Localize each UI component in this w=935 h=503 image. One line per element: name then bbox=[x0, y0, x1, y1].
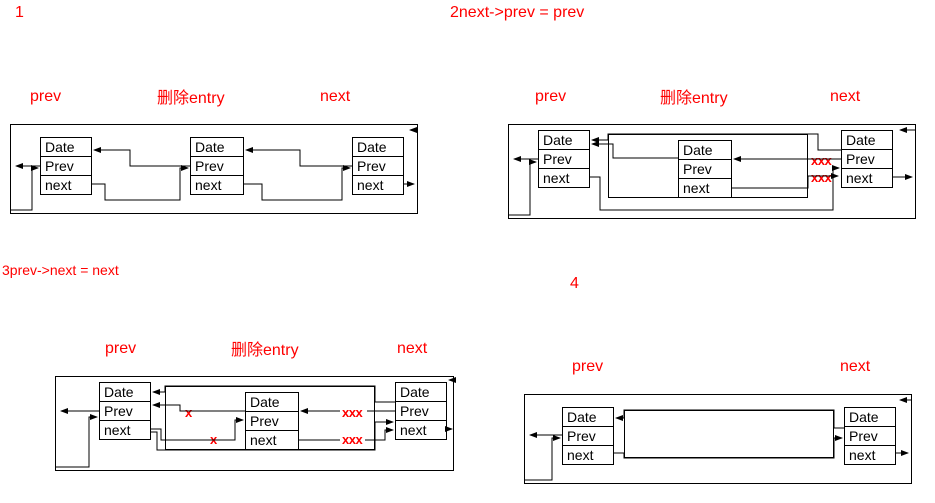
cell-next: next bbox=[562, 445, 614, 465]
title-1: 1 bbox=[15, 4, 24, 22]
cell-prev: Prev bbox=[352, 156, 404, 176]
p1-node-prev: Date Prev next bbox=[40, 137, 92, 195]
p3-xxx-1: xxx bbox=[342, 405, 362, 420]
title-4: 4 bbox=[570, 275, 579, 293]
cell-date: Date bbox=[844, 407, 896, 427]
p2-node-next: Date Prev next bbox=[841, 130, 893, 188]
cell-next: next bbox=[99, 420, 151, 440]
cell-date: Date bbox=[841, 130, 893, 150]
title-3: 3prev->next = next bbox=[2, 262, 119, 278]
panel-3: Date Prev next Date Prev next Date Prev … bbox=[55, 362, 467, 477]
cell-prev: Prev bbox=[841, 149, 893, 169]
p3-xxx-2: xxx bbox=[342, 432, 362, 447]
cell-next: next bbox=[678, 178, 732, 198]
p3-node-next: Date Prev next bbox=[395, 382, 447, 440]
p3-node-prev: Date Prev next bbox=[99, 382, 151, 440]
p2-label-next: next bbox=[830, 88, 860, 106]
p1-label-next: next bbox=[320, 88, 350, 106]
p4-label-next: next bbox=[840, 358, 870, 376]
cell-date: Date bbox=[352, 137, 404, 157]
p1-label-del: 删除entry bbox=[157, 84, 225, 108]
p3-label-del: 删除entry bbox=[231, 336, 299, 360]
cell-prev: Prev bbox=[190, 156, 244, 176]
p1-node-next: Date Prev next bbox=[352, 137, 404, 195]
p4-node-prev: Date Prev next bbox=[562, 407, 614, 465]
cell-prev: Prev bbox=[40, 156, 92, 176]
cell-next: next bbox=[538, 168, 590, 188]
cell-prev: Prev bbox=[245, 411, 299, 431]
p3-x-2: x bbox=[210, 432, 217, 447]
cell-date: Date bbox=[562, 407, 614, 427]
cell-prev: Prev bbox=[395, 401, 447, 421]
p1-node-entry: Date Prev next bbox=[190, 137, 244, 195]
cell-date: Date bbox=[678, 140, 732, 160]
p4-label-prev: prev bbox=[572, 358, 603, 376]
cell-prev: Prev bbox=[99, 401, 151, 421]
p1-label-prev: prev bbox=[30, 88, 61, 106]
cell-next: next bbox=[245, 430, 299, 450]
cell-date: Date bbox=[40, 137, 92, 157]
p3-label-next: next bbox=[397, 340, 427, 358]
cell-prev: Prev bbox=[538, 149, 590, 169]
p3-node-entry: Date Prev next bbox=[245, 392, 299, 450]
cell-next: next bbox=[844, 445, 896, 465]
cell-next: next bbox=[841, 168, 893, 188]
cell-next: next bbox=[395, 420, 447, 440]
p4-node-next: Date Prev next bbox=[844, 407, 896, 465]
panel-4: Date Prev next Date Prev next bbox=[524, 380, 914, 490]
panel-2: Date Prev next Date Prev next Date Prev … bbox=[508, 110, 920, 225]
cell-prev: Prev bbox=[562, 426, 614, 446]
p2-xxx-2: xxx bbox=[811, 170, 831, 185]
panel-1: Date Prev next Date Prev next Date Prev … bbox=[10, 110, 422, 220]
p4-inner-box bbox=[624, 410, 834, 458]
cell-date: Date bbox=[99, 382, 151, 402]
cell-prev: Prev bbox=[678, 159, 732, 179]
p2-xxx-1: xxx bbox=[811, 153, 831, 168]
p2-node-prev: Date Prev next bbox=[538, 130, 590, 188]
cell-date: Date bbox=[395, 382, 447, 402]
p3-x-1: x bbox=[185, 405, 192, 420]
p2-label-del: 删除entry bbox=[660, 84, 728, 108]
cell-next: next bbox=[40, 175, 92, 195]
cell-date: Date bbox=[245, 392, 299, 412]
cell-next: next bbox=[352, 175, 404, 195]
cell-prev: Prev bbox=[844, 426, 896, 446]
title-2: 2next->prev = prev bbox=[450, 4, 584, 22]
cell-date: Date bbox=[190, 137, 244, 157]
p2-node-entry: Date Prev next bbox=[678, 140, 732, 198]
cell-date: Date bbox=[538, 130, 590, 150]
p3-label-prev: prev bbox=[105, 340, 136, 358]
cell-next: next bbox=[190, 175, 244, 195]
p2-label-prev: prev bbox=[535, 88, 566, 106]
